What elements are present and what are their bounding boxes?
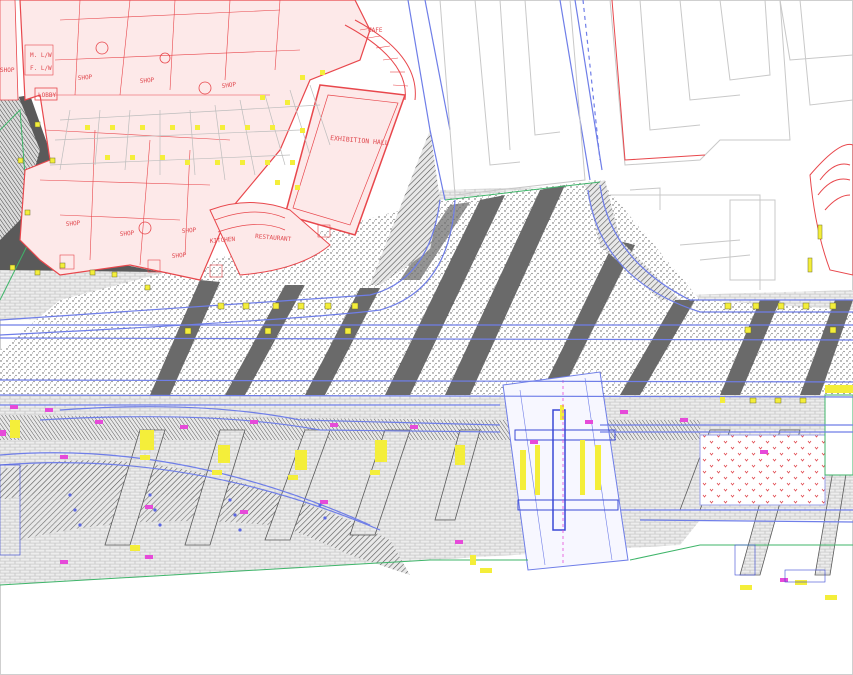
room-label-shop-partial: SHOP xyxy=(182,227,197,235)
room-label-shop-1: SHOP xyxy=(78,74,93,82)
room-label-wc-m: M. L/W xyxy=(30,52,52,59)
room-label-shop-left: SHOP xyxy=(0,67,15,74)
room-label-lobby: LOBBY xyxy=(38,92,56,99)
cad-site-plan: SHOP SHOP SHOP SHOP SHOP SHOP EXHIBITION… xyxy=(0,0,853,675)
room-label-wc-f: F. L/W xyxy=(30,65,52,72)
room-label-shop-6: SHOP xyxy=(172,252,187,260)
room-label-shop-5: SHOP xyxy=(120,230,135,238)
room-label-cafe: CAFE xyxy=(368,27,383,34)
room-label-shop-2: SHOP xyxy=(140,77,155,85)
room-label-shop-4: SHOP xyxy=(66,220,81,228)
